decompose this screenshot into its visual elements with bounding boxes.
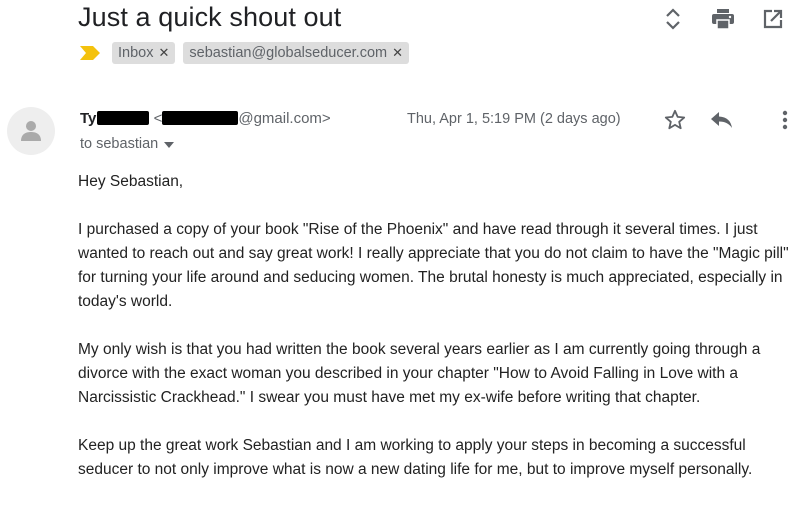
- sender-line: Ty < @gmail.com>: [80, 110, 331, 127]
- body-paragraph: My only wish is that you had written the…: [78, 341, 761, 406]
- redaction-mark: [97, 111, 150, 125]
- dropdown-arrow-icon[interactable]: [164, 136, 175, 152]
- body-paragraph: Keep up the great work Sebastian and I a…: [78, 437, 753, 478]
- reply-icon[interactable]: [708, 107, 734, 133]
- open-in-new-window-icon[interactable]: [762, 8, 784, 30]
- to-recipients: to sebastian: [80, 136, 159, 152]
- importance-marker-icon[interactable]: [80, 43, 104, 63]
- label-row: Inbox ✕ sebastian@globalseducer.com ✕: [80, 42, 409, 64]
- sender-email-prefix: <: [153, 110, 163, 127]
- email-subject: Just a quick shout out: [78, 2, 342, 32]
- email-view: Just a quick shout out Inbox ✕ sebastian…: [0, 0, 800, 523]
- body-greeting: Hey Sebastian,: [78, 173, 184, 190]
- expand-collapse-icon[interactable]: [662, 8, 684, 30]
- remove-label-icon[interactable]: ✕: [158, 45, 169, 61]
- message-actions: [662, 107, 798, 133]
- print-icon[interactable]: [712, 8, 734, 30]
- recipients-line[interactable]: to sebastian: [80, 136, 175, 152]
- label-chip-inbox[interactable]: Inbox ✕: [112, 42, 176, 64]
- sender-email-suffix: @gmail.com>: [238, 110, 331, 127]
- default-avatar-icon[interactable]: [7, 107, 55, 155]
- message-date: Thu, Apr 1, 5:19 PM (2 days ago): [407, 111, 621, 127]
- body-paragraph: I purchased a copy of your book "Rise of…: [78, 221, 789, 310]
- sender-name[interactable]: Ty: [80, 110, 96, 127]
- label-chip-text: Inbox: [118, 45, 154, 61]
- thread-toolbar: [662, 8, 784, 30]
- star-icon[interactable]: [662, 107, 688, 133]
- label-chip-text: sebastian@globalseducer.com: [189, 45, 388, 61]
- more-vert-icon[interactable]: [772, 107, 798, 133]
- redaction-mark: [162, 111, 239, 125]
- remove-label-icon[interactable]: ✕: [392, 45, 403, 61]
- label-chip-recipient[interactable]: sebastian@globalseducer.com ✕: [183, 42, 409, 64]
- message-body: Hey Sebastian, I purchased a copy of you…: [78, 170, 793, 506]
